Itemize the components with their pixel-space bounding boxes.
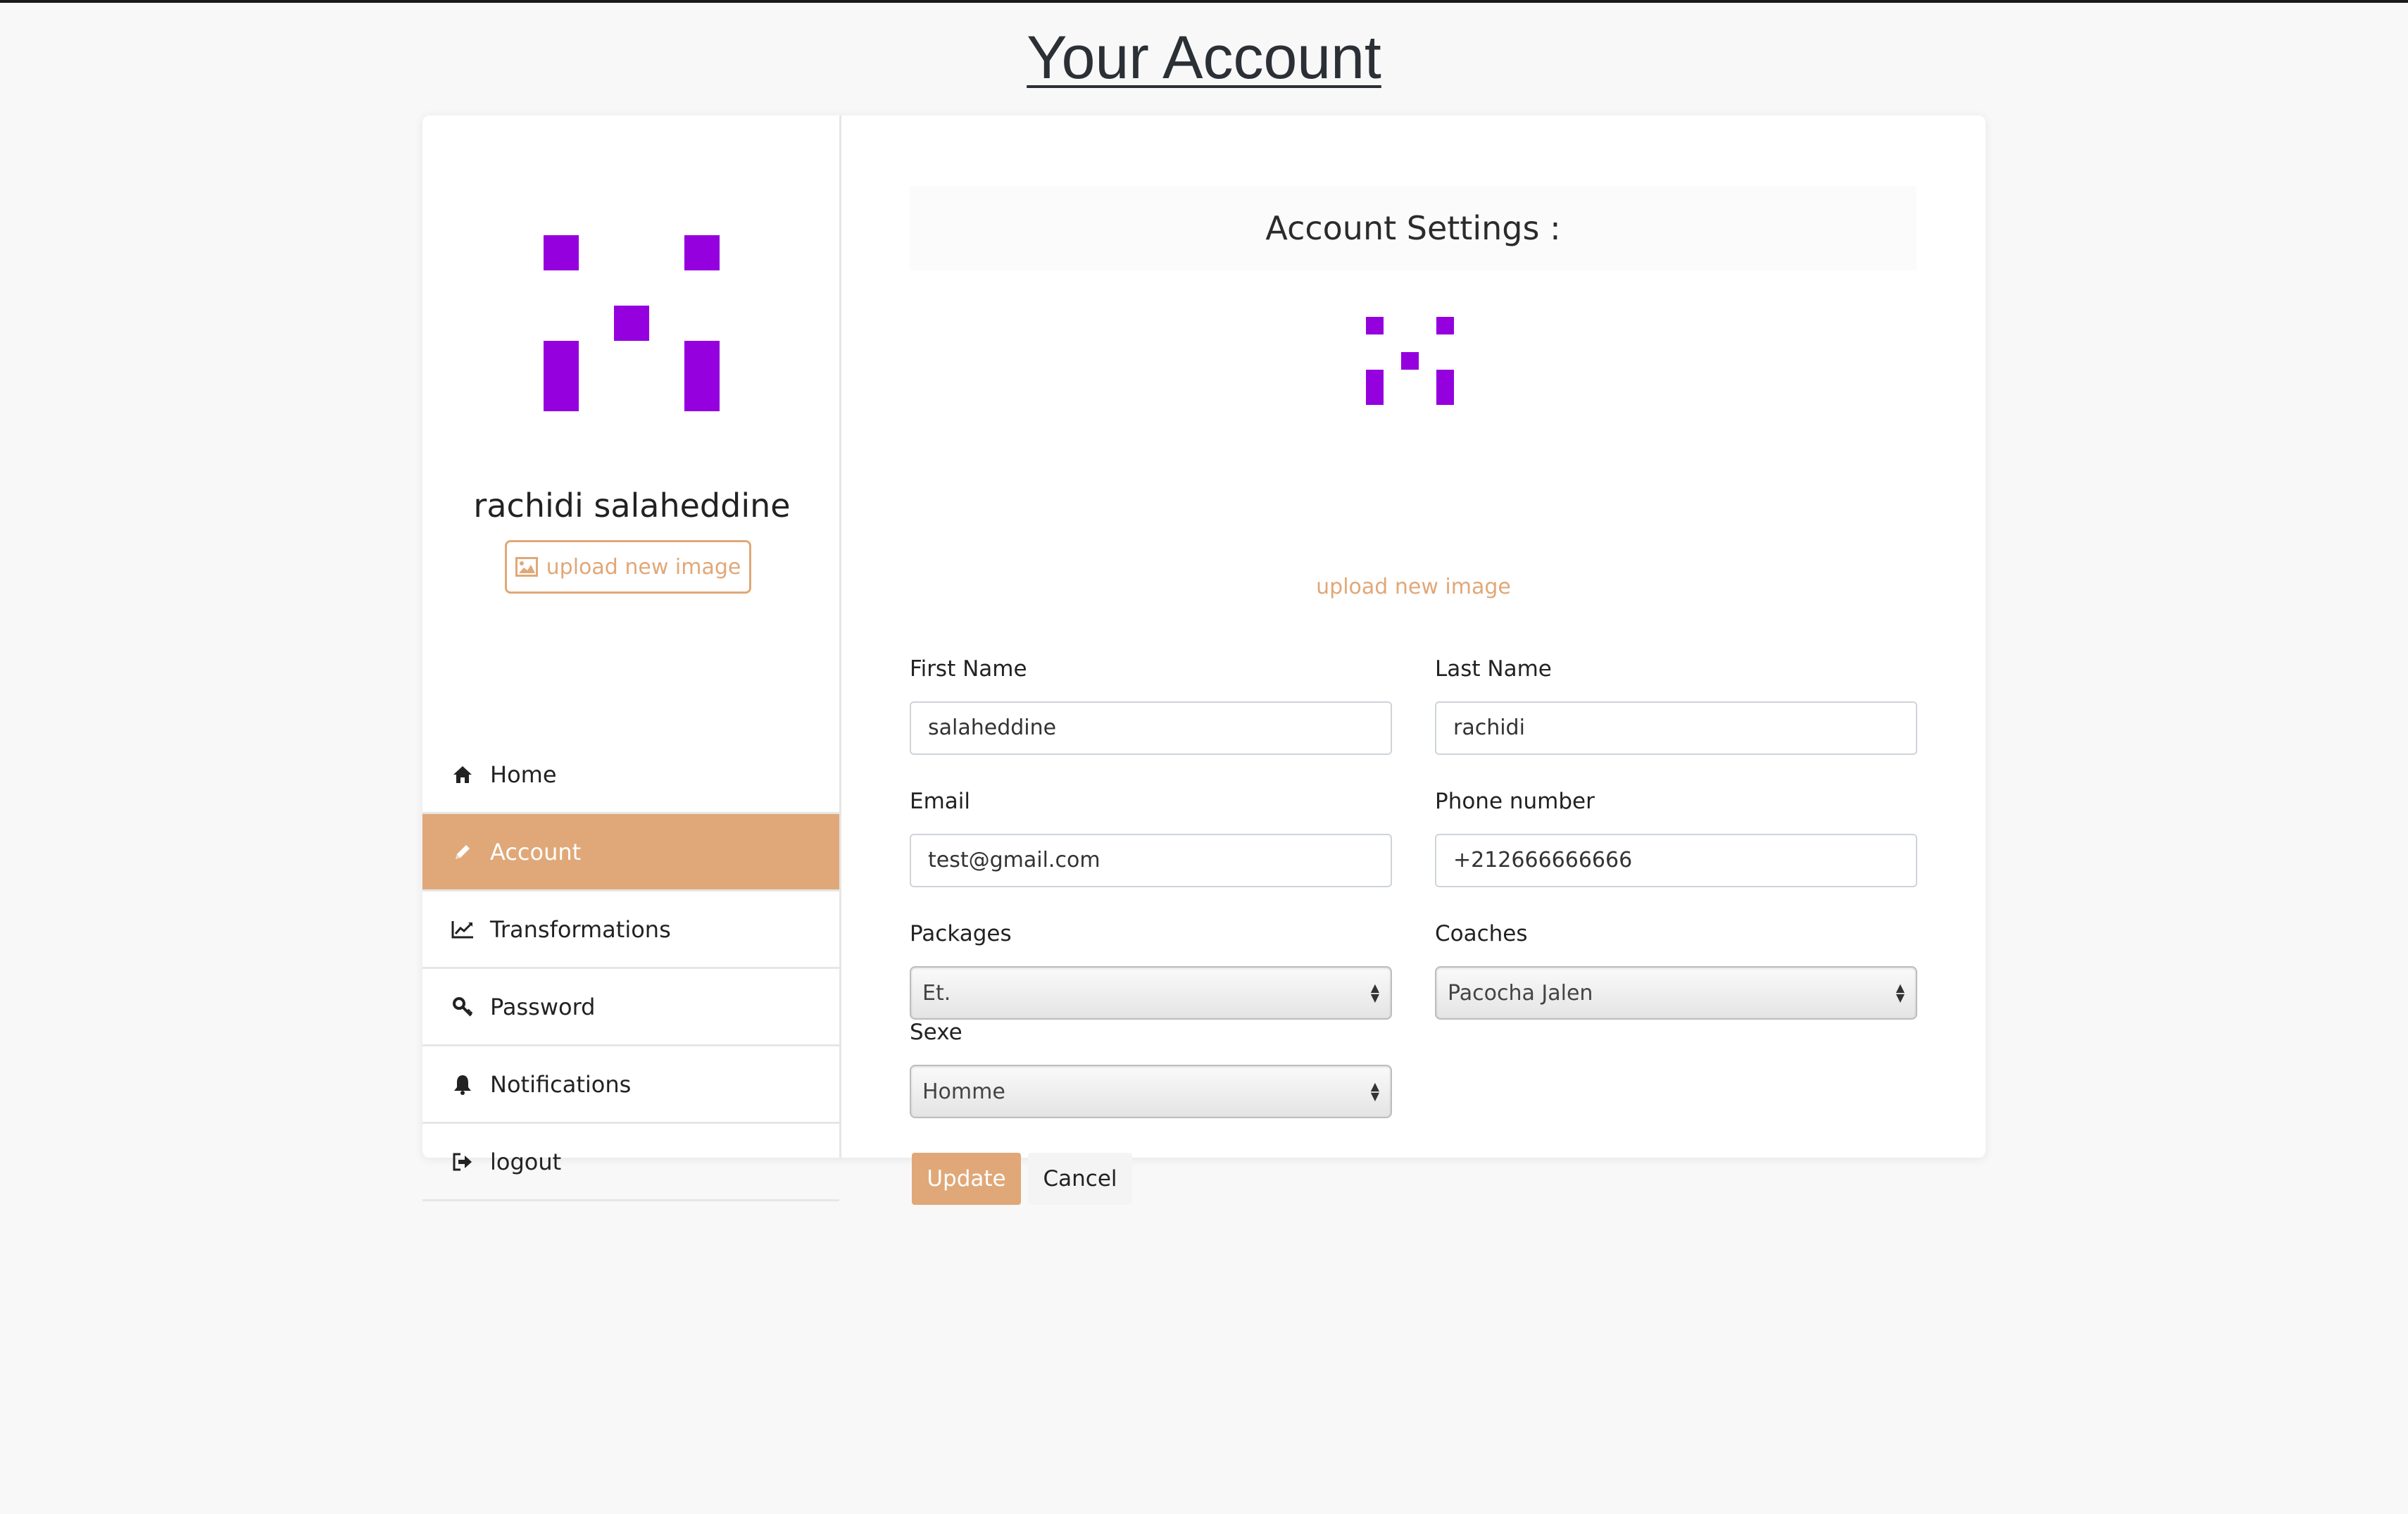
sexe-select[interactable]: Homme ▲ ▼ <box>910 1065 1392 1118</box>
coaches-label: Coaches <box>1435 921 1528 946</box>
page-title: Your Account <box>1027 24 1381 92</box>
first-name-label: First Name <box>910 656 1027 682</box>
section-title: Account Settings : <box>910 186 1917 270</box>
sidebar-item-label: Password <box>490 993 596 1020</box>
sidebar-item-label: logout <box>490 1148 562 1175</box>
first-name-field[interactable]: salaheddine <box>910 701 1392 755</box>
sidebar-item-label: Notifications <box>490 1070 632 1098</box>
phone-label: Phone number <box>1435 789 1595 814</box>
pencil-icon <box>451 840 475 864</box>
upload-image-button[interactable]: upload new image <box>505 540 751 594</box>
sidebar-item-transformations[interactable]: Transformations <box>422 891 839 969</box>
account-settings-panel: Account Settings : upload new image Firs… <box>841 115 1986 1205</box>
sidebar-item-password[interactable]: Password <box>422 969 839 1046</box>
phone-field[interactable]: +212666666666 <box>1435 834 1917 887</box>
home-icon <box>451 763 475 787</box>
sidebar: rachidi salaheddine upload new image Hom… <box>422 115 841 1201</box>
line-chart-icon <box>451 918 475 941</box>
update-button[interactable]: Update <box>912 1153 1021 1205</box>
packages-select[interactable]: Et. ▲ ▼ <box>910 966 1392 1020</box>
settings-avatar <box>1366 317 1457 408</box>
select-arrows-icon: ▲ ▼ <box>1370 981 1379 1004</box>
last-name-field[interactable]: rachidi <box>1435 701 1917 755</box>
sidebar-item-label: Home <box>490 761 557 788</box>
sidebar-nav: Home Account Transformations Password No… <box>422 737 839 1201</box>
packages-value: Et. <box>922 980 951 1006</box>
packages-label: Packages <box>910 921 1012 946</box>
profile-name: rachidi salaheddine <box>473 487 791 525</box>
upload-image-label: upload new image <box>546 554 741 580</box>
sidebar-item-notifications[interactable]: Notifications <box>422 1046 839 1124</box>
bell-icon <box>451 1072 475 1096</box>
image-icon <box>515 557 538 577</box>
key-icon <box>451 995 475 1019</box>
coaches-value: Pacocha Jalen <box>1448 980 1593 1006</box>
select-arrows-icon: ▲ ▼ <box>1895 981 1905 1004</box>
account-card: rachidi salaheddine upload new image Hom… <box>422 115 1986 1205</box>
email-label: Email <box>910 789 971 814</box>
sexe-value: Homme <box>922 1079 1005 1104</box>
profile-avatar <box>544 235 721 413</box>
sidebar-item-label: Account <box>490 838 582 865</box>
select-arrows-icon: ▲ ▼ <box>1370 1080 1379 1103</box>
sign-out-icon <box>451 1150 475 1174</box>
sexe-label: Sexe <box>910 1020 962 1045</box>
coaches-select[interactable]: Pacocha Jalen ▲ ▼ <box>1435 966 1917 1020</box>
email-field[interactable]: test@gmail.com <box>910 834 1392 887</box>
upload-image-link[interactable]: upload new image <box>841 575 1986 599</box>
sidebar-item-label: Transformations <box>490 915 671 943</box>
last-name-label: Last Name <box>1435 656 1552 682</box>
sidebar-item-account[interactable]: Account <box>422 814 839 891</box>
top-border <box>0 0 2408 3</box>
cancel-button[interactable]: Cancel <box>1028 1153 1132 1205</box>
sidebar-item-logout[interactable]: logout <box>422 1124 839 1201</box>
sidebar-item-home[interactable]: Home <box>422 737 839 814</box>
